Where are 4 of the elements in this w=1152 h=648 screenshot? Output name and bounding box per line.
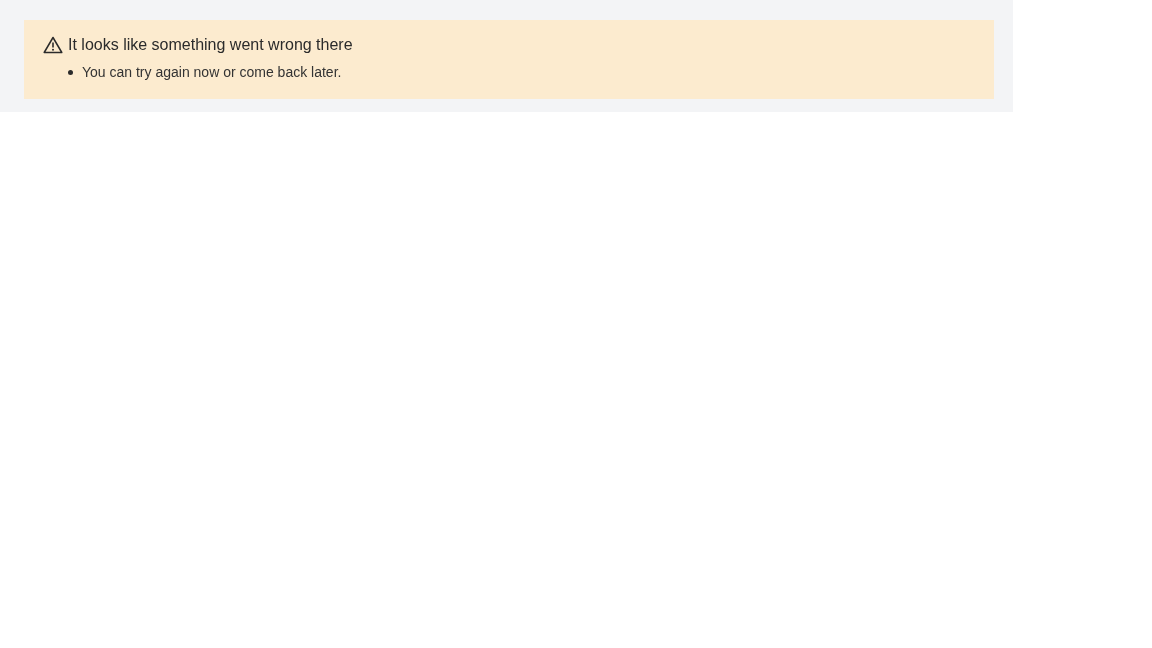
warning-icon [43,36,63,54]
bullet-icon [68,69,73,75]
alert-title: It looks like something went wrong there [68,36,353,54]
alert-message: You can try again now or come back later. [82,64,342,80]
